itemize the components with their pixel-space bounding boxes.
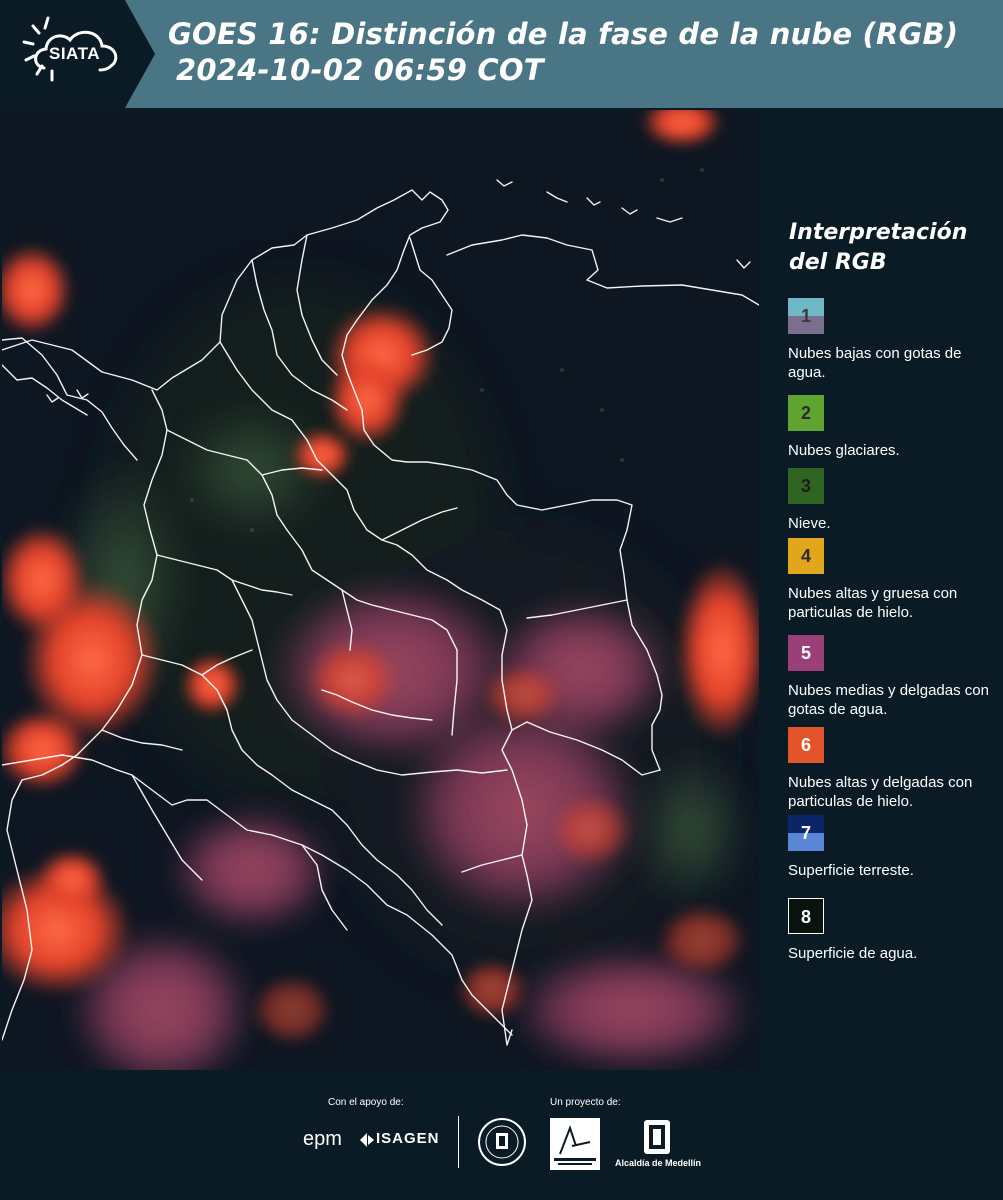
isagen-mark-icon (360, 1133, 374, 1147)
satellite-map (2, 110, 759, 1070)
satellite-map-graphic (2, 110, 759, 1070)
legend-item-8: 8 Superficie de agua. (788, 898, 998, 963)
legend-swatch: 3 (788, 468, 824, 504)
area-metropolitana-logo (550, 1118, 600, 1170)
legend-title-line-2: del RGB (789, 250, 887, 275)
legend-label: Nubes medias y delgadas con gotas de agu… (788, 682, 989, 718)
legend-item-7: 7 Superficie terreste. (788, 815, 998, 880)
legend-number: 2 (800, 403, 811, 423)
legend-label: Superficie de agua. (788, 945, 918, 962)
legend-item-2: 2 Nubes glaciares. (788, 395, 998, 460)
legend-label: Nubes glaciares. (788, 442, 900, 459)
legend-label: Nubes altas y gruesa con particulas de h… (788, 585, 958, 621)
alcaldia-label: Alcaldía de Medellín (614, 1158, 702, 1168)
page-title: GOES 16: Distinción de la fase de la nub… (168, 16, 958, 88)
legend-swatch: 7 (788, 815, 824, 851)
university-seal-icon (478, 1118, 526, 1166)
siata-logo: SIATA (0, 0, 155, 108)
legend-number: 5 (800, 643, 811, 663)
legend-swatch: 1 (788, 298, 824, 334)
title-line-1: GOES 16: Distinción de la fase de la nub… (168, 17, 959, 51)
epm-logo: epm (303, 1128, 342, 1150)
legend-title-line-1: Interpretación (789, 220, 968, 245)
page: SIATA GOES 16: Distinción de la fase de … (0, 0, 1003, 1200)
legend-label: Nieve. (788, 515, 831, 532)
support-label: Con el apoyo de: (328, 1097, 404, 1108)
project-label: Un proyecto de: (550, 1097, 621, 1108)
legend-panel: Interpretación del RGB 1 Nubes bajas con … (760, 110, 1003, 1070)
legend-item-4: 4 Nubes altas y gruesa con particulas de … (788, 538, 998, 622)
header-bar: SIATA GOES 16: Distinción de la fase de … (0, 0, 1003, 108)
legend-swatch: 4 (788, 538, 824, 574)
legend-swatch: 5 (788, 635, 824, 671)
legend-number: 4 (800, 546, 811, 566)
title-line-2: 2024-10-02 06:59 COT (176, 53, 544, 87)
legend-title: Interpretación del RGB (789, 218, 967, 278)
legend-item-5: 5 Nubes medias y delgadas con gotas de ag… (788, 635, 998, 719)
isagen-logo: ISAGEN (376, 1130, 440, 1147)
footer-divider (458, 1116, 459, 1168)
legend-label: Superficie terreste. (788, 862, 914, 879)
legend-number: 3 (800, 476, 811, 496)
legend-number: 8 (800, 907, 811, 927)
siata-logo-text: SIATA (49, 44, 100, 63)
legend-label: Nubes altas y delgadas con particulas de… (788, 774, 973, 810)
legend-item-1: 1 Nubes bajas con gotas de agua. (788, 298, 998, 382)
legend-swatch: 6 (788, 727, 824, 763)
legend-number: 6 (800, 735, 811, 755)
alcaldia-shield-icon (644, 1120, 670, 1154)
legend-number: 7 (800, 823, 811, 843)
legend-item-6: 6 Nubes altas y delgadas con particulas d… (788, 727, 998, 811)
legend-label: Nubes bajas con gotas de agua. (788, 345, 962, 381)
legend-swatch: 8 (788, 898, 824, 934)
legend-swatch: 2 (788, 395, 824, 431)
legend-item-3: 3 Nieve. (788, 468, 998, 533)
footer: Con el apoyo de: Un proyecto de: epm ISA… (0, 1070, 1003, 1200)
legend-number: 1 (800, 306, 811, 326)
